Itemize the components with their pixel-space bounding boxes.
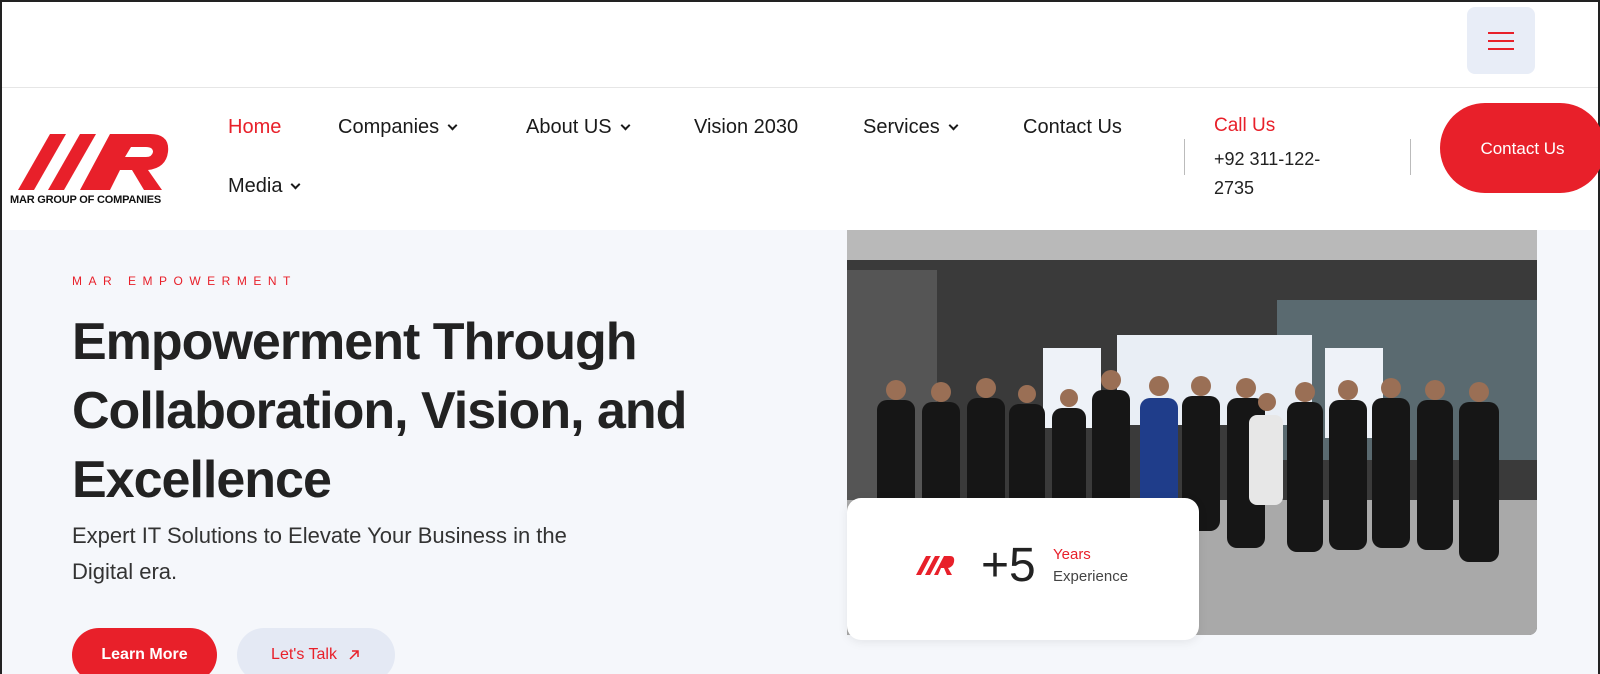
hamburger-line <box>1488 47 1514 50</box>
chevron-down-icon <box>291 179 301 189</box>
nav-companies[interactable]: Companies <box>338 116 458 139</box>
experience-label: Experience <box>1053 568 1129 585</box>
mar-logo-small-icon <box>916 556 955 575</box>
chevron-down-icon <box>447 120 458 130</box>
nav-services-label: Services <box>863 116 940 138</box>
nav-home-label: Home <box>228 116 282 138</box>
contact-us-button[interactable]: Contact Us <box>1440 103 1600 193</box>
top-bar <box>2 2 1598 88</box>
call-us-number[interactable]: +92 311-122-2735 <box>1214 145 1344 203</box>
experience-card: +5 Years Experience <box>847 498 1199 640</box>
mar-logo-mark <box>18 134 169 190</box>
call-us-label: Call Us <box>1214 115 1276 136</box>
company-logo[interactable]: MAR GROUP OF COMPANIES <box>10 112 180 207</box>
nav-about-label: About US <box>526 116 612 138</box>
lets-talk-label: Let's Talk <box>271 646 337 663</box>
nav-media[interactable]: Media <box>228 175 301 198</box>
lets-talk-button[interactable]: Let's Talk <box>237 628 395 674</box>
learn-more-label: Learn More <box>101 646 188 663</box>
chevron-down-icon <box>948 120 959 130</box>
hamburger-line <box>1488 31 1514 34</box>
hero-title: Empowerment Through Collaboration, Visio… <box>72 313 687 509</box>
nav-vision-label: Vision 2030 <box>694 116 799 138</box>
divider <box>1184 139 1185 175</box>
arrow-up-right-icon <box>349 650 359 660</box>
experience-years: Years <box>1053 546 1091 563</box>
site-header: MAR GROUP OF COMPANIES Home Companies Ab… <box>2 89 1600 229</box>
chevron-down-icon <box>620 120 631 130</box>
nav-home[interactable]: Home <box>228 116 281 139</box>
nav-contact-label: Contact Us <box>1023 116 1122 138</box>
hero-subtitle: Expert IT Solutions to Elevate Your Busi… <box>72 523 567 584</box>
logo-text: MAR GROUP OF COMPANIES <box>10 194 162 206</box>
nav-media-label: Media <box>228 175 283 197</box>
hamburger-line <box>1488 39 1514 42</box>
hero-eyebrow: MAR EMPOWERMENT <box>72 274 297 288</box>
divider <box>1410 139 1411 175</box>
hamburger-menu-button[interactable] <box>1467 7 1535 74</box>
nav-about[interactable]: About US <box>526 116 631 139</box>
nav-services[interactable]: Services <box>863 116 959 139</box>
nav-vision-2030[interactable]: Vision 2030 <box>694 116 798 139</box>
experience-number: +5 <box>981 539 1036 592</box>
nav-contact-us[interactable]: Contact Us <box>1023 116 1122 139</box>
nav-companies-label: Companies <box>338 116 440 138</box>
hero-section: MAR EMPOWERMENT Empowerment Through Coll… <box>2 230 1598 674</box>
learn-more-button[interactable]: Learn More <box>72 628 217 674</box>
